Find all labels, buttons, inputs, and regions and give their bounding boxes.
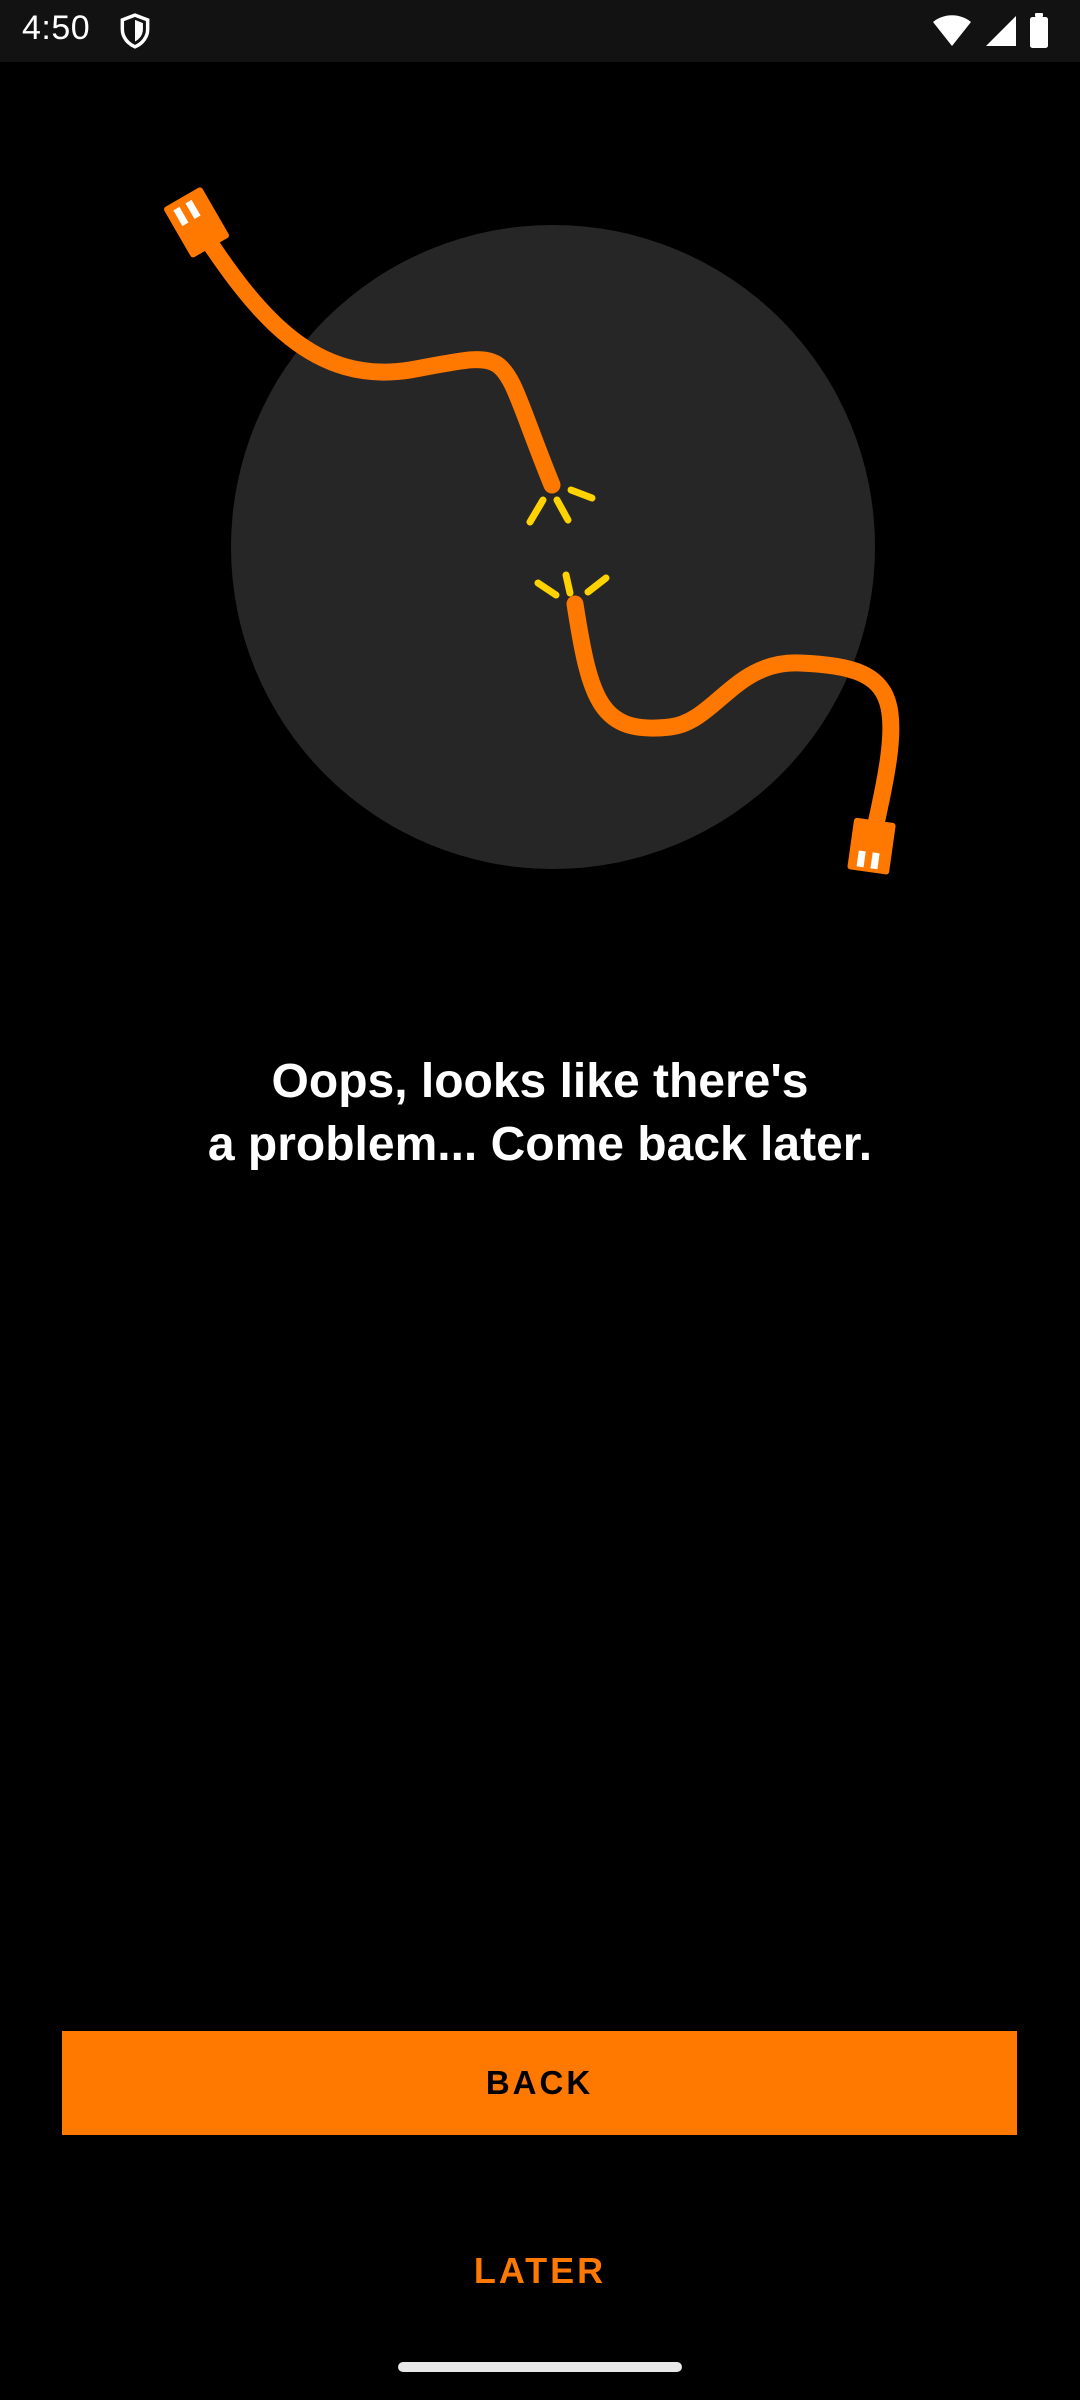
battery-icon [1030,13,1048,48]
gesture-navigation-handle[interactable] [398,2362,682,2372]
background-circle [231,225,875,869]
wifi-icon [933,15,971,46]
error-message-line-1: Oops, looks like there's [271,1055,809,1108]
cable-plug-lower [847,817,896,875]
status-time: 4:50 [22,9,91,47]
status-bar: 4:50 [0,0,1080,62]
later-button[interactable]: LATER [340,2236,740,2306]
shield-icon [120,13,150,49]
error-message: Oops, looks like there's a problem... Co… [90,1050,990,1176]
back-button[interactable]: BACK [62,2031,1017,2135]
status-icons [932,12,1050,50]
cellular-signal-icon [986,16,1016,46]
broken-cable-illustration [164,187,900,875]
error-message-line-2: a problem... Come back later. [207,1118,873,1171]
